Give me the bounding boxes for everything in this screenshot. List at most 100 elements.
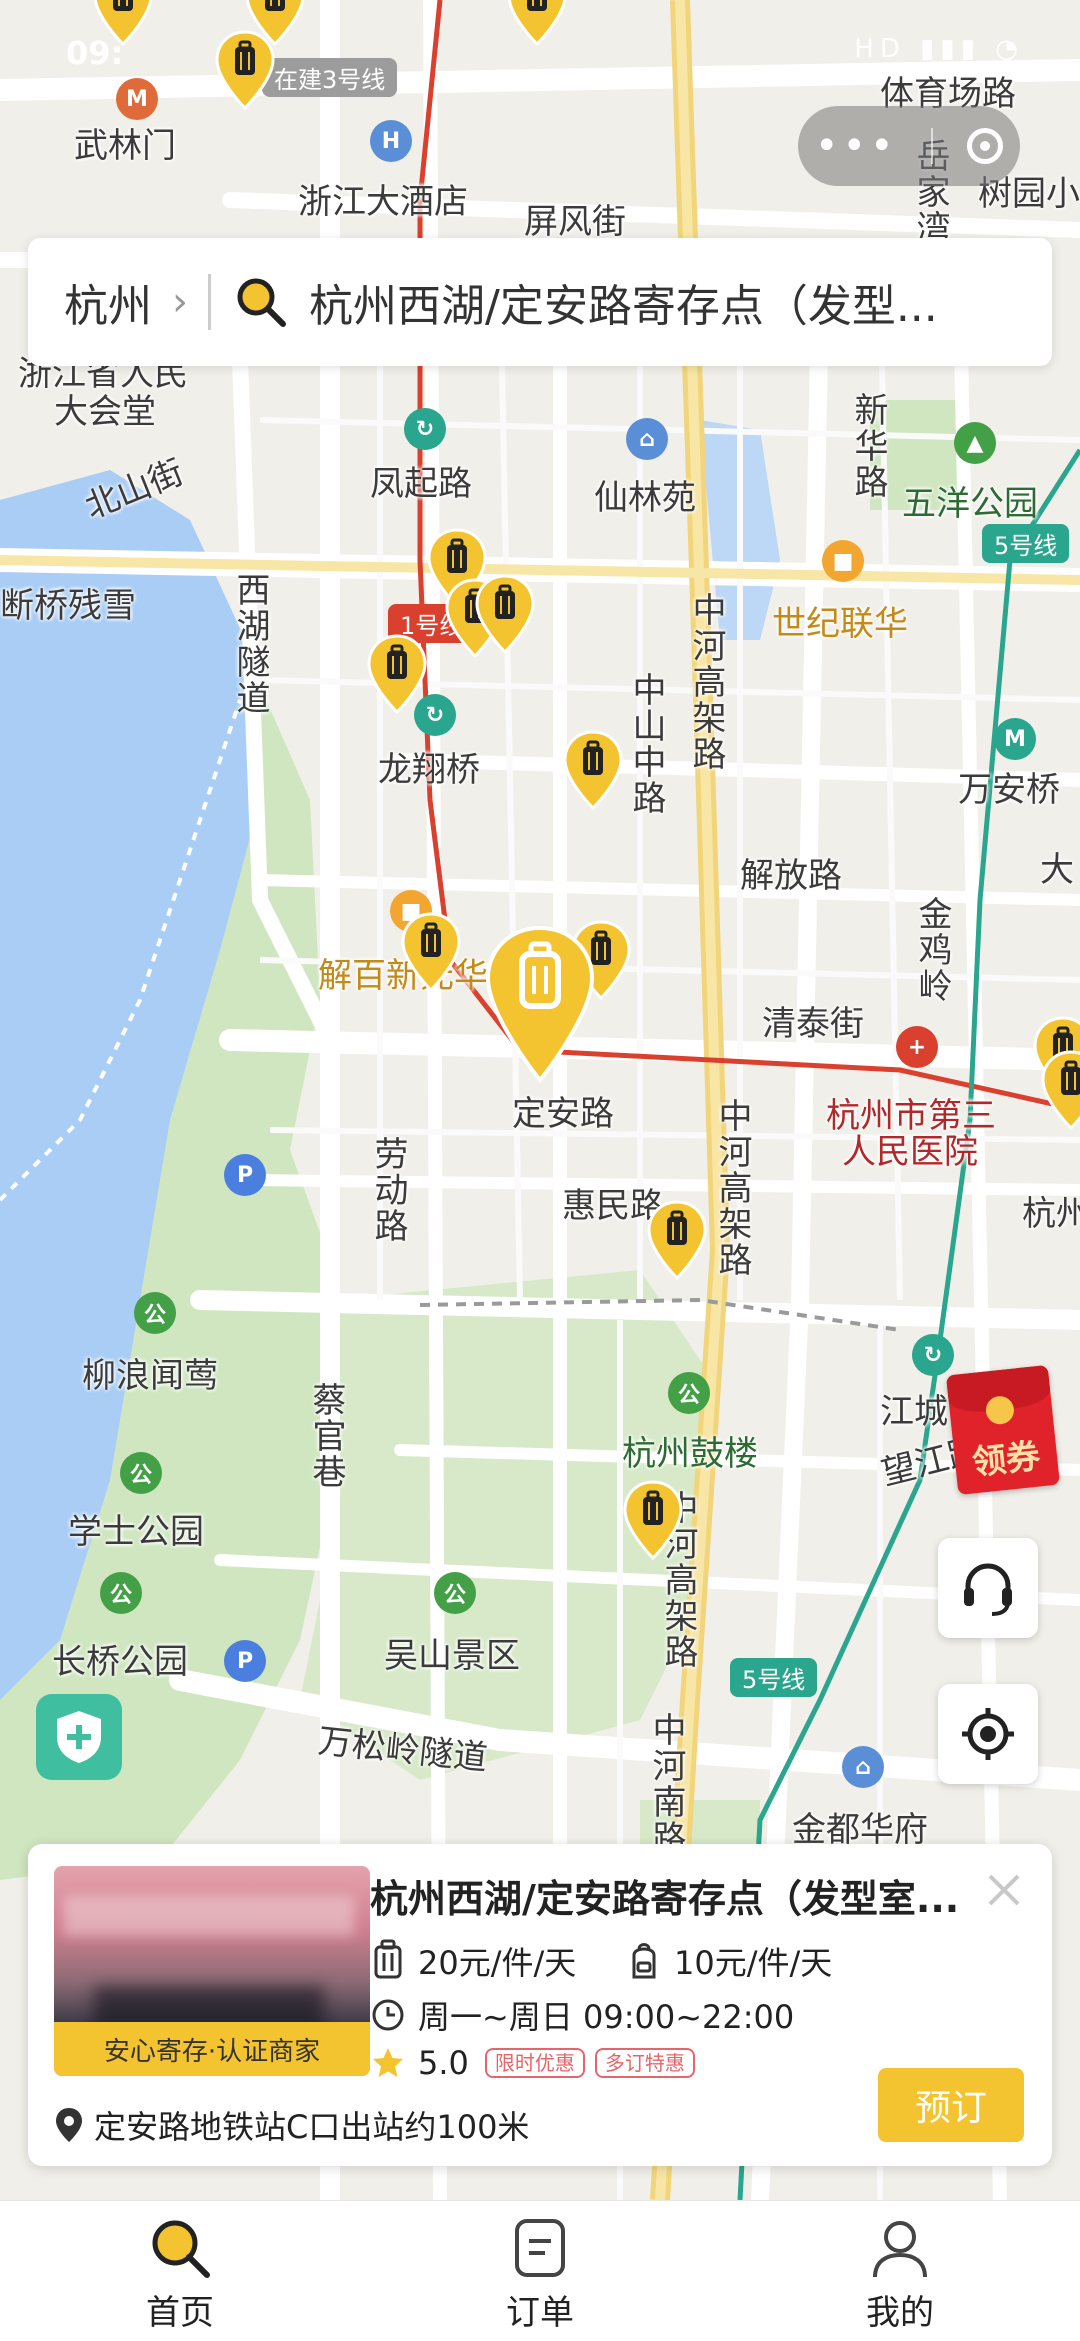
chevron-right-icon: ›	[172, 279, 188, 325]
user-icon	[873, 2221, 927, 2278]
map-label: 清泰街	[762, 1004, 864, 1044]
map-label: 杭州鼓楼	[622, 1434, 758, 1474]
metro-line-5-badge: 5号线	[982, 524, 1070, 563]
park-poi-icon: 公	[100, 1572, 142, 1614]
close-miniprogram-icon[interactable]	[967, 128, 1004, 164]
price-large: 20元/件/天	[418, 1944, 577, 1982]
map-label: 武林门	[74, 126, 176, 166]
map-label: 屏风街	[524, 202, 626, 242]
map-label: 杭州	[1022, 1194, 1080, 1234]
map-label: 万安桥	[958, 770, 1060, 810]
map-label: 中河高架路	[686, 592, 726, 772]
close-icon[interactable]	[978, 1864, 1030, 1916]
status-icons: HD ▮▮▮ ◔	[854, 34, 1024, 64]
address-text: 定安路地铁站C口出站约100米	[94, 2108, 530, 2146]
search-divider	[208, 274, 211, 330]
map-label: 浙江大酒店	[298, 182, 468, 222]
map-label: 西湖隧道	[230, 572, 270, 716]
clock-icon	[372, 1999, 404, 2031]
luggage-pin-icon[interactable]	[366, 634, 428, 715]
luggage-pin-icon-selected[interactable]	[484, 924, 596, 1084]
locate-icon	[962, 1708, 1014, 1760]
hours-text: 周一~周日 09:00~22:00	[418, 1998, 795, 2036]
store-title: 杭州西湖/定安路寄存点（发型室...	[370, 1877, 960, 1921]
tab-orders[interactable]: 订单	[450, 2215, 630, 2335]
parking-icon: P	[224, 1640, 266, 1682]
map-label: 凤起路	[370, 464, 472, 504]
tab-mine[interactable]: 我的	[810, 2215, 990, 2335]
map-label: 江城	[880, 1392, 948, 1432]
store-card[interactable]: 安心寄存·认证商家 杭州西湖/定安路寄存点（发型室... 20元/件/天 10元…	[28, 1844, 1052, 2166]
map-label: 世纪联华	[772, 604, 908, 644]
metro-station-icon: ↻	[912, 1334, 954, 1376]
luggage-pin-icon[interactable]	[622, 1480, 684, 1561]
backpack-icon	[632, 1943, 656, 1979]
rating-value: 5.0	[418, 2044, 469, 2082]
luggage-pin-icon[interactable]	[400, 912, 462, 993]
customer-service-button[interactable]	[938, 1538, 1038, 1638]
hospital-icon: +	[896, 1026, 938, 1068]
metro-line-5-badge: 5号线	[730, 1658, 818, 1697]
map-label: 人民医院	[842, 1132, 978, 1172]
luggage-pin-icon[interactable]	[646, 1200, 708, 1281]
map-label: 蔡官巷	[306, 1382, 346, 1490]
map-label: 定安路	[512, 1094, 614, 1134]
certified-badge: 安心寄存·认证商家	[54, 2022, 370, 2076]
map-label: 龙翔桥	[378, 750, 480, 790]
map-label: 大会堂	[54, 392, 156, 432]
more-icon[interactable]: •••	[815, 126, 898, 166]
location-pin-icon	[56, 2108, 82, 2142]
park-poi-icon: 公	[120, 1452, 162, 1494]
search-input[interactable]: 杭州西湖/定安路寄存点（发型...	[309, 270, 989, 334]
headset-icon	[964, 1563, 1012, 1616]
luggage-pin-icon[interactable]	[1040, 1050, 1080, 1131]
park-poi-icon: 公	[134, 1292, 176, 1334]
locate-me-button[interactable]	[938, 1684, 1038, 1784]
map-label: 柳浪闻莺	[82, 1356, 218, 1396]
price-small: 10元/件/天	[674, 1944, 833, 1982]
status-bar: 09: HD ▮▮▮ ◔	[0, 0, 1080, 110]
book-button[interactable]: 预订	[878, 2068, 1024, 2142]
search-icon	[152, 2220, 210, 2278]
status-time: 09:	[66, 34, 124, 72]
map-label: 中山中路	[626, 672, 666, 816]
metro-station-icon: ↻	[404, 408, 446, 450]
map-label: 解放路	[740, 856, 842, 896]
map-label: 金鸡岭	[912, 896, 952, 1004]
shop-poi-icon: ■	[822, 540, 864, 582]
map-label: 长桥公园	[52, 1642, 188, 1682]
miniprogram-capsule: •••	[798, 106, 1020, 186]
opening-hours: 周一~周日 09:00~22:00	[370, 1992, 794, 2038]
coupon-button[interactable]: 领券	[946, 1364, 1060, 1496]
map-label: 断桥残雪	[0, 586, 136, 626]
hotel-icon: H	[370, 120, 412, 162]
map-label: 中河南路	[646, 1712, 686, 1856]
store-address: 定安路地铁站C口出站约100米	[54, 2102, 529, 2148]
luggage-pin-icon[interactable]	[474, 574, 536, 655]
safety-shield-button[interactable]	[36, 1694, 122, 1780]
home-poi-icon: ⌂	[842, 1746, 884, 1788]
suitcase-icon	[374, 1939, 402, 1979]
tab-home[interactable]: 首页	[90, 2215, 270, 2335]
map-label: 劳动路	[368, 1136, 408, 1244]
star-icon	[373, 2048, 403, 2077]
search-bar[interactable]: 杭州 › 杭州西湖/定安路寄存点（发型...	[28, 238, 1052, 366]
luggage-pin-icon[interactable]	[562, 730, 624, 811]
park-poi-icon: ▲	[954, 422, 996, 464]
home-poi-icon: ⌂	[626, 418, 668, 460]
order-icon	[515, 2219, 565, 2277]
metro-station-icon: M	[994, 718, 1036, 760]
park-poi-icon: 公	[668, 1372, 710, 1414]
rating-row: 5.0 限时优惠 多订特惠	[370, 2044, 695, 2082]
capsule-divider	[931, 128, 934, 164]
tab-mine-label: 我的	[866, 2293, 934, 2333]
promo-tag: 限时优惠	[484, 2048, 585, 2078]
city-selector[interactable]: 杭州	[64, 270, 152, 334]
promo-tag: 多订特惠	[594, 2048, 695, 2078]
bottom-nav: 首页 订单 我的	[0, 2200, 1080, 2341]
map-label: 中河高架路	[712, 1098, 752, 1278]
map-label: 大	[1040, 850, 1074, 890]
map-label: 吴山景区	[384, 1636, 520, 1676]
map-label: 新华路	[848, 392, 888, 500]
shield-plus-icon	[57, 1711, 101, 1763]
